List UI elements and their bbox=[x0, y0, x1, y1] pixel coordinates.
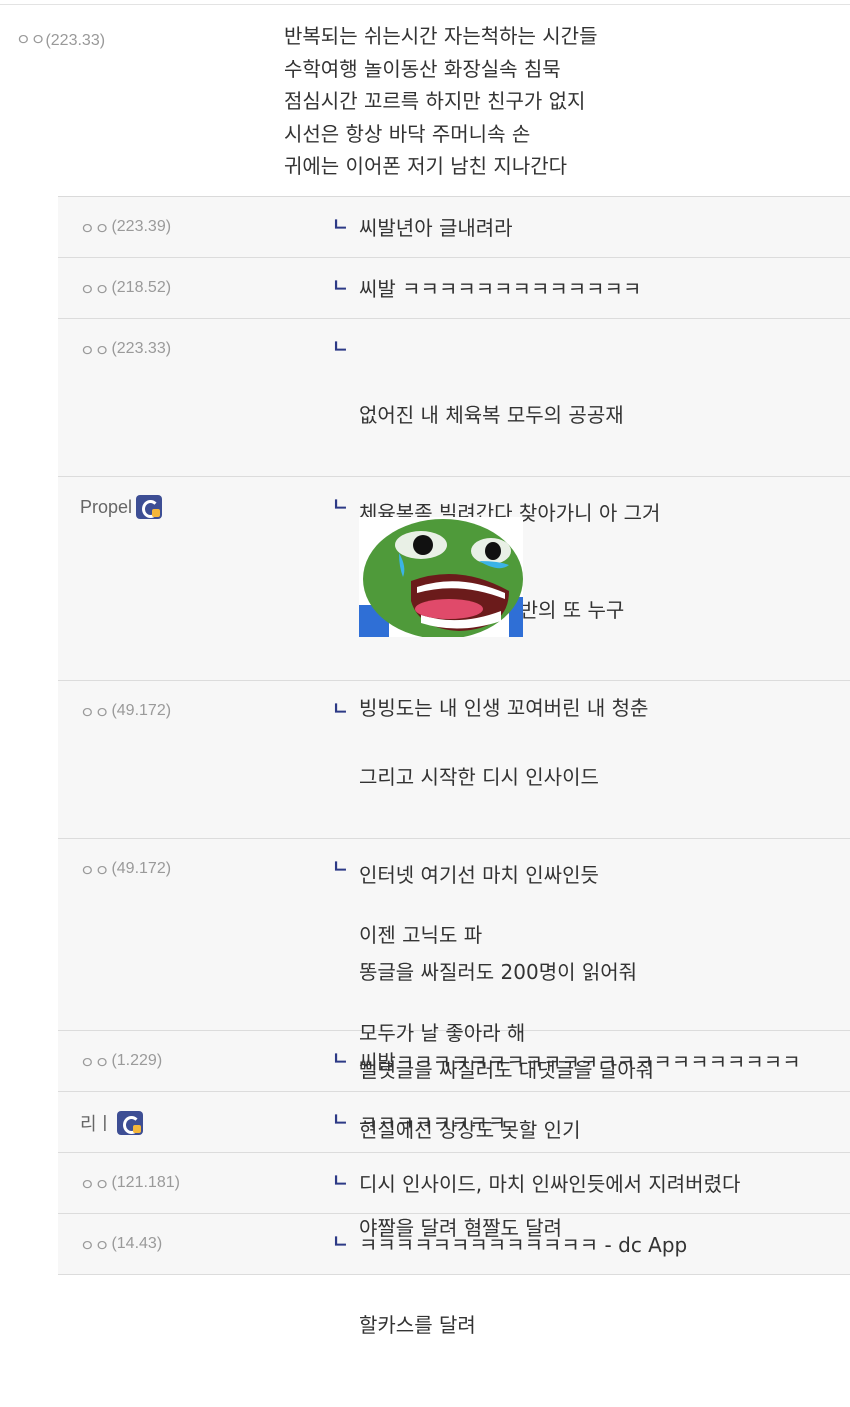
comment-text: 반복되는 쉬는시간 자는척하는 시간들 수학여행 놀이동산 화장실속 침묵 점심… bbox=[284, 20, 824, 183]
reply-author[interactable]: ㅇㅇ (223.39) bbox=[80, 215, 171, 239]
author-ip: (49.172) bbox=[111, 860, 172, 877]
reply-item: ㅇㅇ (223.33) ㄴ 없어진 내 체육복 모두의 공공재 체육복좀 빌려간다… bbox=[58, 319, 850, 720]
reply-text: 씨발년아 글내려라 bbox=[359, 212, 513, 245]
reply-item: ㅇㅇ (218.52) ㄴ 씨발 ㅋㅋㅋㅋㅋㅋㅋㅋㅋㅋㅋㅋㅋ bbox=[58, 258, 850, 319]
reply-line: 씨발년아 글내려라 bbox=[359, 216, 513, 240]
comment-line: 점심시간 꼬르륵 하지만 친구가 없지 bbox=[284, 89, 586, 113]
reply-item: ㅇㅇ (49.172) ㄴ 이젠 고닉도 파 모두가 날 좋아라 해 현실에선 상… bbox=[58, 839, 850, 1337]
reply-arrow-icon: ㄴ bbox=[332, 276, 349, 297]
author-ip: (49.172) bbox=[111, 702, 172, 719]
dc-app-user-icon bbox=[136, 495, 163, 519]
reply-arrow-icon: ㄴ bbox=[332, 857, 349, 878]
reply-text: ㅋㅋㅋㅋㅋㅋㅋㅋ bbox=[359, 1107, 506, 1140]
reply-item: ㅇㅇ (49.172) ㄴ 그리고 시작한 디시 인사이드 인터넷 여기선 마치 … bbox=[58, 681, 850, 1082]
reply-author[interactable]: ㅇㅇ (121.181) bbox=[80, 1171, 180, 1195]
author-ip: (223.33) bbox=[111, 340, 172, 357]
reply-arrow-icon: ㄴ bbox=[332, 1049, 349, 1070]
comment-line: 반복되는 쉬는시간 자는척하는 시간들 bbox=[284, 24, 598, 48]
comment-line: 시선은 항상 바닥 주머니속 손 bbox=[284, 121, 531, 146]
author-nick: 리ㅣ bbox=[80, 1114, 114, 1134]
author-ip: (14.43) bbox=[111, 1235, 163, 1252]
author-nick: Propel bbox=[80, 496, 133, 517]
reply-arrow-icon: ㄴ bbox=[332, 1171, 349, 1192]
author-nick: ㅇㅇ bbox=[80, 1177, 110, 1194]
reply-arrow-icon: ㄴ bbox=[332, 1110, 349, 1131]
author-nick: ㅇㅇ bbox=[80, 282, 110, 299]
reply-line: 없어진 내 체육복 모두의 공공재 bbox=[359, 403, 624, 427]
reply-line: ㅋㅋㅋㅋㅋㅋㅋㅋ bbox=[359, 1111, 507, 1135]
reply-text: ㅋㅋㅋㅋㅋㅋㅋㅋㅋㅋㅋㅋㅋ - dc App bbox=[359, 1229, 687, 1262]
reply-item: Propel ㄴ bbox=[58, 477, 850, 681]
reply-line: 씨발 ㅋㅋㅋㅋㅋㅋㅋㅋㅋㅋㅋㅋㅋ bbox=[359, 277, 642, 301]
reply-item: 리ㅣ ㄴ ㅋㅋㅋㅋㅋㅋㅋㅋ bbox=[58, 1092, 850, 1153]
reply-text: 씨발ㅋㅋㅋㅋㅋㅋㅋㅋㅋㅋㅋㅋㅋㅋㅋㅋㅋㅋㅋㅋㅋㅋ bbox=[359, 1046, 801, 1079]
author-nick: ㅇㅇ bbox=[80, 705, 110, 722]
reply-line: ㅋㅋㅋㅋㅋㅋㅋㅋㅋㅋㅋㅋㅋ - dc App bbox=[359, 1233, 688, 1257]
reply-item: ㅇㅇ (14.43) ㄴ ㅋㅋㅋㅋㅋㅋㅋㅋㅋㅋㅋㅋㅋ - dc App bbox=[58, 1214, 850, 1275]
author-ip: (1.229) bbox=[111, 1052, 163, 1069]
reply-author[interactable]: ㅇㅇ (49.172) bbox=[80, 857, 171, 881]
author-nick: ㅇㅇ bbox=[80, 221, 110, 238]
reply-line: 이젠 고닉도 파 bbox=[359, 923, 483, 947]
reply-text: 씨발 ㅋㅋㅋㅋㅋㅋㅋㅋㅋㅋㅋㅋㅋ bbox=[359, 273, 641, 306]
reply-line: 씨발ㅋㅋㅋㅋㅋㅋㅋㅋㅋㅋㅋㅋㅋㅋㅋㅋㅋㅋㅋㅋㅋㅋ bbox=[359, 1050, 801, 1074]
reply-author[interactable]: 리ㅣ bbox=[80, 1110, 144, 1136]
author-nick: ㅇㅇ bbox=[80, 1055, 110, 1072]
reply-line: 그리고 시작한 디시 인사이드 bbox=[359, 765, 599, 789]
author-nick: ㅇㅇ bbox=[80, 1238, 110, 1255]
reply-author[interactable]: ㅇㅇ (14.43) bbox=[80, 1232, 162, 1256]
crying-pepe-emoticon[interactable] bbox=[359, 517, 523, 637]
author-ip: (121.181) bbox=[111, 1174, 180, 1191]
reply-item: ㅇㅇ (1.229) ㄴ 씨발ㅋㅋㅋㅋㅋㅋㅋㅋㅋㅋㅋㅋㅋㅋㅋㅋㅋㅋㅋㅋㅋㅋ bbox=[58, 1031, 850, 1092]
reply-arrow-icon: ㄴ bbox=[332, 337, 349, 358]
top-divider bbox=[0, 4, 850, 5]
author-ip: (223.33) bbox=[45, 32, 106, 49]
reply-author[interactable]: Propel bbox=[80, 495, 163, 519]
reply-text: 디시 인사이드, 마치 인싸인듯에서 지려버렸다 bbox=[359, 1168, 740, 1201]
reply-line: 디시 인사이드, 마치 인싸인듯에서 지려버렸다 bbox=[359, 1172, 741, 1196]
reply-item: ㅇㅇ (223.39) ㄴ 씨발년아 글내려라 bbox=[58, 197, 850, 258]
reply-author[interactable]: ㅇㅇ (49.172) bbox=[80, 699, 171, 723]
reply-arrow-icon: ㄴ bbox=[332, 699, 349, 720]
comment-line: 귀에는 이어폰 저기 남친 지나간다 bbox=[284, 154, 568, 178]
reply-author[interactable]: ㅇㅇ (223.33) bbox=[80, 337, 171, 361]
author-ip: (218.52) bbox=[111, 279, 172, 296]
comment-author[interactable]: ㅇㅇ(223.33) bbox=[16, 26, 105, 50]
comment-line: 수학여행 놀이동산 화장실속 침묵 bbox=[284, 56, 561, 81]
reply-arrow-icon: ㄴ bbox=[332, 1232, 349, 1253]
reply-author[interactable]: ㅇㅇ (218.52) bbox=[80, 276, 171, 300]
author-nick: ㅇㅇ bbox=[80, 343, 110, 360]
dc-app-user-icon bbox=[117, 1111, 144, 1135]
author-nick: ㅇㅇ bbox=[80, 863, 110, 880]
author-ip: (223.39) bbox=[111, 218, 172, 235]
reply-list: ㅇㅇ (223.39) ㄴ 씨발년아 글내려라 ㅇㅇ (218.52) ㄴ 씨발 ㅋ… bbox=[58, 196, 850, 1337]
reply-arrow-icon: ㄴ bbox=[332, 495, 349, 516]
reply-line: 할카스를 달려 bbox=[359, 1313, 476, 1337]
author-nick: ㅇㅇ bbox=[16, 32, 46, 49]
reply-author[interactable]: ㅇㅇ (1.229) bbox=[80, 1049, 162, 1073]
reply-item: ㅇㅇ (121.181) ㄴ 디시 인사이드, 마치 인싸인듯에서 지려버렸다 bbox=[58, 1153, 850, 1214]
reply-arrow-icon: ㄴ bbox=[332, 215, 349, 236]
